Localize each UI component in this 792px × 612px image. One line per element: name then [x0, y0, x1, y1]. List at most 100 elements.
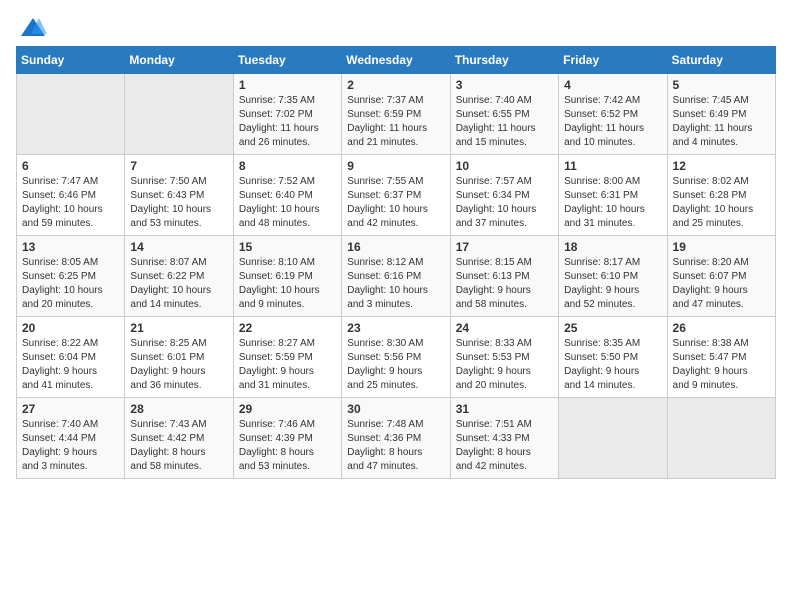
day-number: 11 [564, 159, 661, 173]
calendar-cell: 8 Sunrise: 7:52 AMSunset: 6:40 PMDaylight… [233, 155, 341, 236]
day-info: Sunrise: 8:05 AMSunset: 6:25 PMDaylight:… [22, 256, 119, 312]
day-number: 24 [456, 321, 553, 335]
day-info: Sunrise: 7:48 AMSunset: 4:36 PMDaylight:… [347, 418, 444, 474]
day-info: Sunrise: 8:27 AMSunset: 5:59 PMDaylight:… [239, 337, 336, 393]
day-info: Sunrise: 7:46 AMSunset: 4:39 PMDaylight:… [239, 418, 336, 474]
day-number: 10 [456, 159, 553, 173]
calendar-cell: 30 Sunrise: 7:48 AMSunset: 4:36 PMDayligh… [342, 398, 450, 479]
calendar-cell [17, 74, 125, 155]
calendar-cell: 19Sunrise: 8:20 AMSunset: 6:07 PMDayligh… [667, 236, 775, 317]
calendar-cell [559, 398, 667, 479]
calendar-cell: 23 Sunrise: 8:30 AMSunset: 5:56 PMDayligh… [342, 317, 450, 398]
day-info: Sunrise: 7:40 AMSunset: 4:44 PMDaylight:… [22, 418, 119, 474]
day-number: 30 [347, 402, 444, 416]
calendar-cell: 7 Sunrise: 7:50 AMSunset: 6:43 PMDaylight… [125, 155, 233, 236]
day-info: Sunrise: 7:45 AMSunset: 6:49 PMDaylight:… [673, 94, 770, 150]
weekday-header-monday: Monday [125, 47, 233, 74]
calendar-cell: 17Sunrise: 8:15 AMSunset: 6:13 PMDayligh… [450, 236, 558, 317]
day-info: Sunrise: 8:38 AMSunset: 5:47 PMDaylight:… [673, 337, 770, 393]
calendar-table: SundayMondayTuesdayWednesdayThursdayFrid… [16, 46, 776, 479]
day-number: 15 [239, 240, 336, 254]
calendar-cell: 27 Sunrise: 7:40 AMSunset: 4:44 PMDayligh… [17, 398, 125, 479]
day-number: 20 [22, 321, 119, 335]
day-number: 18 [564, 240, 661, 254]
day-info: Sunrise: 7:47 AMSunset: 6:46 PMDaylight:… [22, 175, 119, 231]
day-info: Sunrise: 7:57 AMSunset: 6:34 PMDaylight:… [456, 175, 553, 231]
day-number: 29 [239, 402, 336, 416]
day-info: Sunrise: 8:35 AMSunset: 5:50 PMDaylight:… [564, 337, 661, 393]
calendar-cell: 26 Sunrise: 8:38 AMSunset: 5:47 PMDayligh… [667, 317, 775, 398]
calendar-cell: 11 Sunrise: 8:00 AMSunset: 6:31 PMDayligh… [559, 155, 667, 236]
day-number: 7 [130, 159, 227, 173]
calendar-cell: 22 Sunrise: 8:27 AMSunset: 5:59 PMDayligh… [233, 317, 341, 398]
week-row-4: 27 Sunrise: 7:40 AMSunset: 4:44 PMDayligh… [17, 398, 776, 479]
day-info: Sunrise: 7:35 AMSunset: 7:02 PMDaylight:… [239, 94, 336, 150]
calendar-cell: 6 Sunrise: 7:47 AMSunset: 6:46 PMDaylight… [17, 155, 125, 236]
day-info: Sunrise: 8:17 AMSunset: 6:10 PMDaylight:… [564, 256, 661, 312]
day-info: Sunrise: 8:12 AMSunset: 6:16 PMDaylight:… [347, 256, 444, 312]
weekday-header-sunday: Sunday [17, 47, 125, 74]
day-number: 22 [239, 321, 336, 335]
day-info: Sunrise: 8:33 AMSunset: 5:53 PMDaylight:… [456, 337, 553, 393]
day-number: 21 [130, 321, 227, 335]
day-number: 4 [564, 78, 661, 92]
day-info: Sunrise: 7:55 AMSunset: 6:37 PMDaylight:… [347, 175, 444, 231]
calendar-cell: 28 Sunrise: 7:43 AMSunset: 4:42 PMDayligh… [125, 398, 233, 479]
day-info: Sunrise: 7:43 AMSunset: 4:42 PMDaylight:… [130, 418, 227, 474]
day-info: Sunrise: 7:40 AMSunset: 6:55 PMDaylight:… [456, 94, 553, 150]
logo-icon [19, 16, 47, 38]
calendar-cell: 3 Sunrise: 7:40 AMSunset: 6:55 PMDaylight… [450, 74, 558, 155]
weekday-header-wednesday: Wednesday [342, 47, 450, 74]
day-number: 8 [239, 159, 336, 173]
day-info: Sunrise: 8:30 AMSunset: 5:56 PMDaylight:… [347, 337, 444, 393]
calendar-cell [667, 398, 775, 479]
calendar-cell: 12Sunrise: 8:02 AMSunset: 6:28 PMDayligh… [667, 155, 775, 236]
day-info: Sunrise: 8:00 AMSunset: 6:31 PMDaylight:… [564, 175, 661, 231]
weekday-header-friday: Friday [559, 47, 667, 74]
calendar-cell: 24 Sunrise: 8:33 AMSunset: 5:53 PMDayligh… [450, 317, 558, 398]
day-number: 6 [22, 159, 119, 173]
day-number: 26 [673, 321, 770, 335]
week-row-0: 1 Sunrise: 7:35 AMSunset: 7:02 PMDaylight… [17, 74, 776, 155]
calendar-cell: 29 Sunrise: 7:46 AMSunset: 4:39 PMDayligh… [233, 398, 341, 479]
day-number: 1 [239, 78, 336, 92]
day-info: Sunrise: 8:07 AMSunset: 6:22 PMDaylight:… [130, 256, 227, 312]
week-row-2: 13 Sunrise: 8:05 AMSunset: 6:25 PMDayligh… [17, 236, 776, 317]
calendar-cell: 10 Sunrise: 7:57 AMSunset: 6:34 PMDayligh… [450, 155, 558, 236]
calendar-body: 1 Sunrise: 7:35 AMSunset: 7:02 PMDaylight… [17, 74, 776, 479]
day-number: 13 [22, 240, 119, 254]
day-number: 23 [347, 321, 444, 335]
day-number: 3 [456, 78, 553, 92]
calendar-cell: 5Sunrise: 7:45 AMSunset: 6:49 PMDaylight… [667, 74, 775, 155]
day-info: Sunrise: 7:50 AMSunset: 6:43 PMDaylight:… [130, 175, 227, 231]
day-number: 14 [130, 240, 227, 254]
day-info: Sunrise: 7:42 AMSunset: 6:52 PMDaylight:… [564, 94, 661, 150]
calendar-cell: 4 Sunrise: 7:42 AMSunset: 6:52 PMDaylight… [559, 74, 667, 155]
weekday-header-row: SundayMondayTuesdayWednesdayThursdayFrid… [17, 47, 776, 74]
calendar-cell: 13 Sunrise: 8:05 AMSunset: 6:25 PMDayligh… [17, 236, 125, 317]
calendar-cell: 2Sunrise: 7:37 AMSunset: 6:59 PMDaylight… [342, 74, 450, 155]
calendar-cell: 1 Sunrise: 7:35 AMSunset: 7:02 PMDaylight… [233, 74, 341, 155]
day-number: 31 [456, 402, 553, 416]
day-info: Sunrise: 7:52 AMSunset: 6:40 PMDaylight:… [239, 175, 336, 231]
week-row-3: 20Sunrise: 8:22 AMSunset: 6:04 PMDayligh… [17, 317, 776, 398]
page-header [16, 16, 776, 38]
day-info: Sunrise: 8:10 AMSunset: 6:19 PMDaylight:… [239, 256, 336, 312]
calendar-cell: 31Sunrise: 7:51 AMSunset: 4:33 PMDayligh… [450, 398, 558, 479]
calendar-cell: 16Sunrise: 8:12 AMSunset: 6:16 PMDayligh… [342, 236, 450, 317]
day-info: Sunrise: 8:25 AMSunset: 6:01 PMDaylight:… [130, 337, 227, 393]
week-row-1: 6 Sunrise: 7:47 AMSunset: 6:46 PMDaylight… [17, 155, 776, 236]
calendar-cell: 25Sunrise: 8:35 AMSunset: 5:50 PMDayligh… [559, 317, 667, 398]
calendar-cell: 14 Sunrise: 8:07 AMSunset: 6:22 PMDayligh… [125, 236, 233, 317]
logo [16, 16, 47, 38]
weekday-header-tuesday: Tuesday [233, 47, 341, 74]
calendar-cell: 15 Sunrise: 8:10 AMSunset: 6:19 PMDayligh… [233, 236, 341, 317]
day-number: 27 [22, 402, 119, 416]
calendar-cell: 21 Sunrise: 8:25 AMSunset: 6:01 PMDayligh… [125, 317, 233, 398]
calendar-cell: 9 Sunrise: 7:55 AMSunset: 6:37 PMDaylight… [342, 155, 450, 236]
calendar-cell: 18 Sunrise: 8:17 AMSunset: 6:10 PMDayligh… [559, 236, 667, 317]
day-number: 9 [347, 159, 444, 173]
calendar-header: SundayMondayTuesdayWednesdayThursdayFrid… [17, 47, 776, 74]
day-number: 28 [130, 402, 227, 416]
calendar-cell: 20Sunrise: 8:22 AMSunset: 6:04 PMDayligh… [17, 317, 125, 398]
